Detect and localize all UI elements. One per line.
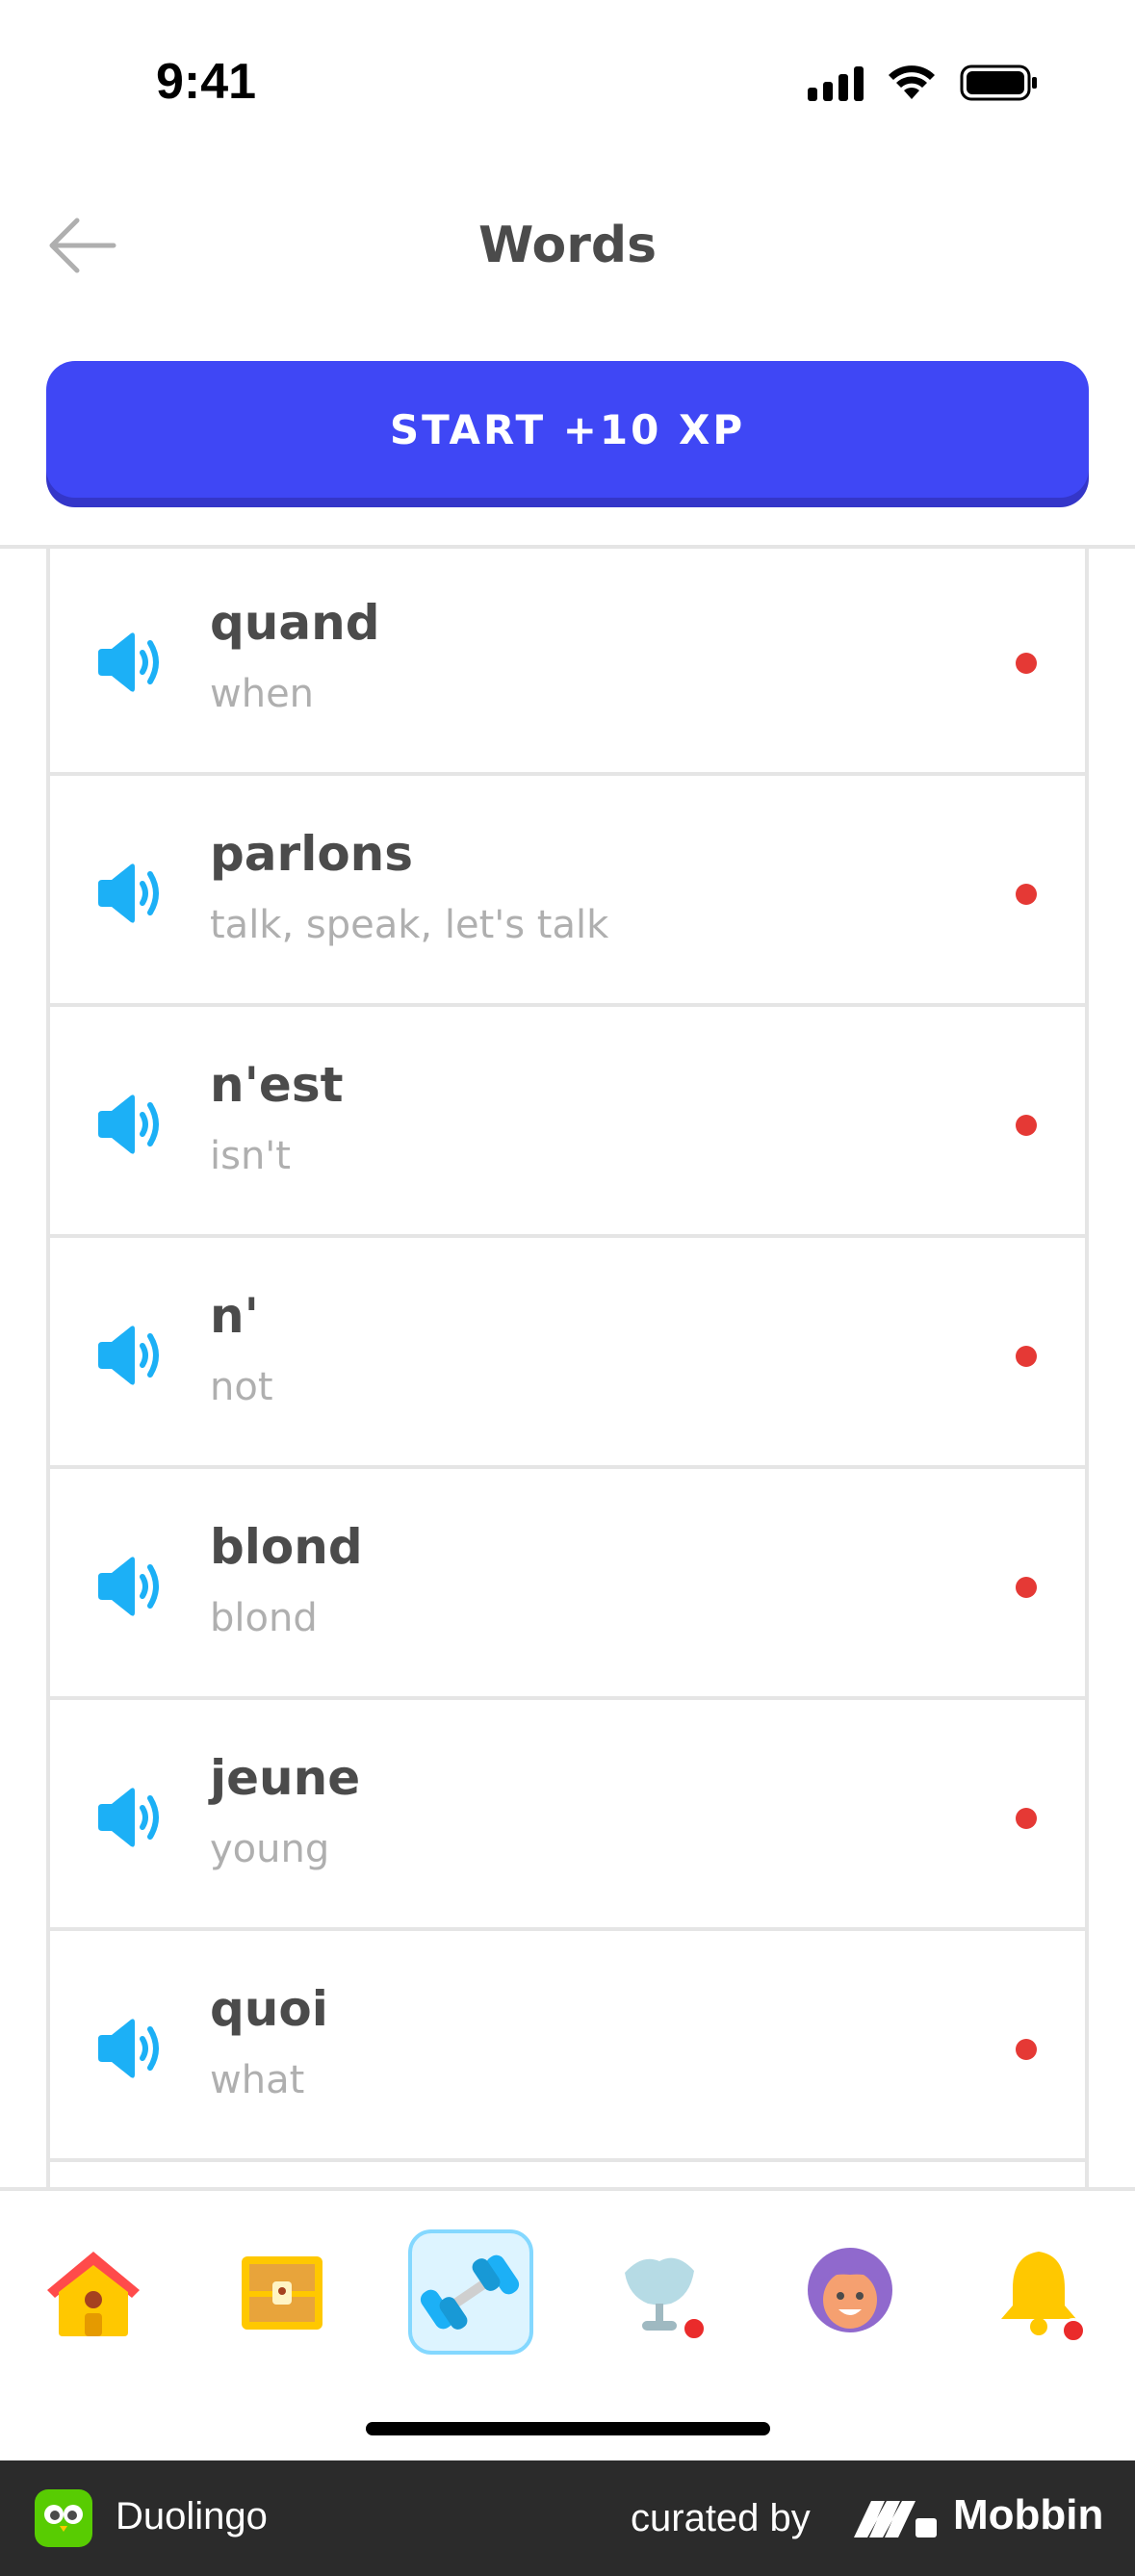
nav-notifications[interactable]: [976, 2229, 1101, 2355]
word-text: quoi: [210, 1981, 328, 2037]
treasure-chest-icon: [242, 2256, 322, 2330]
status-dot: [1016, 653, 1037, 674]
speaker-icon[interactable]: [94, 1321, 164, 1390]
word-row[interactable]: n' not: [50, 1242, 1085, 1469]
word-text: parlons: [210, 826, 414, 882]
word-translation: talk, speak, let's talk: [210, 903, 609, 947]
status-dot: [1016, 1808, 1037, 1829]
page-title: Words: [477, 217, 658, 274]
speaker-icon[interactable]: [94, 859, 164, 928]
word-row[interactable]: parlons talk, speak, let's talk: [50, 780, 1085, 1007]
battery-icon: [960, 64, 1037, 101]
word-translation: not: [210, 1365, 273, 1409]
bottom-nav: [0, 2187, 1135, 2460]
header: Words: [0, 183, 1135, 308]
nav-chest[interactable]: [219, 2229, 345, 2355]
status-dot: [1016, 1346, 1037, 1367]
word-translation: isn't: [210, 1134, 291, 1178]
status-bar: 9:41: [0, 0, 1135, 144]
word-row[interactable]: n'est isn't: [50, 1011, 1085, 1238]
speaker-icon[interactable]: [94, 1552, 164, 1621]
word-text: n'est: [210, 1057, 344, 1113]
wifi-icon: [889, 65, 935, 99]
word-row[interactable]: blond blond: [50, 1473, 1085, 1700]
word-text: n': [210, 1288, 259, 1344]
speaker-icon[interactable]: [94, 1090, 164, 1159]
home-indicator: [366, 2422, 770, 2435]
nav-home[interactable]: [31, 2229, 156, 2355]
nav-profile[interactable]: [787, 2229, 913, 2355]
status-dot: [1016, 1115, 1037, 1136]
footer: Duolingo curated by Mobbin: [0, 2460, 1135, 2576]
speaker-icon[interactable]: [94, 628, 164, 697]
word-row[interactable]: quand when: [50, 549, 1085, 776]
dumbbell-icon: [420, 2254, 520, 2330]
profile-avatar-icon: [808, 2248, 892, 2332]
status-icons: [808, 64, 1039, 102]
word-row[interactable]: jeune young: [50, 1704, 1085, 1931]
speaker-icon[interactable]: [94, 2014, 164, 2083]
word-text: jeune: [210, 1750, 361, 1806]
word-list: quand when parlons talk, speak, let's ta…: [46, 549, 1089, 2190]
notification-badge: [1061, 2318, 1086, 2343]
word-row[interactable]: quoi what: [50, 1935, 1085, 2162]
word-translation: blond: [210, 1596, 318, 1640]
mobbin-logo-icon: [854, 2501, 937, 2537]
footer-curated-by: curated by: [631, 2497, 811, 2539]
nav-leagues[interactable]: [597, 2229, 722, 2355]
word-translation: young: [210, 1827, 330, 1871]
notification-badge: [682, 2316, 707, 2341]
status-dot: [1016, 884, 1037, 905]
word-translation: what: [210, 2058, 305, 2102]
status-dot: [1016, 1577, 1037, 1598]
word-text: quand: [210, 595, 380, 651]
nav-practice[interactable]: [408, 2229, 533, 2355]
word-text: blond: [210, 1519, 363, 1575]
signal-icon: [808, 64, 864, 101]
start-button[interactable]: START +10 XP: [46, 361, 1089, 498]
status-time: 9:41: [156, 54, 257, 110]
status-dot: [1016, 2039, 1037, 2060]
word-translation: when: [210, 672, 315, 716]
footer-brand: Mobbin: [953, 2491, 1104, 2538]
home-icon: [47, 2252, 140, 2336]
speaker-icon[interactable]: [94, 1783, 164, 1852]
duolingo-logo-icon: [35, 2489, 92, 2547]
footer-app-name: Duolingo: [116, 2495, 268, 2537]
